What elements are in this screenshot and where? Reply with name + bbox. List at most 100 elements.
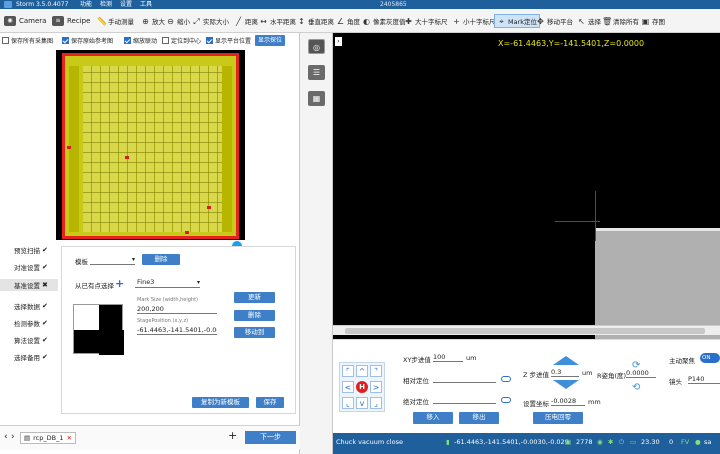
- delete-mark-button[interactable]: 删除: [234, 310, 275, 321]
- autofocus-toggle[interactable]: ON: [700, 353, 720, 363]
- jog-left-button[interactable]: <: [342, 381, 354, 393]
- rotate-ccw-icon[interactable]: ⟲: [632, 382, 640, 393]
- menu-tools[interactable]: 工具: [140, 0, 152, 9]
- left-panel: 保存所有采集图 保存原始参考图 缩放联动 定位到中心 显示平台位置 显示探位 预…: [0, 33, 300, 454]
- vertical-distance-button[interactable]: ↕ 垂直距离: [297, 14, 334, 28]
- expand-icon[interactable]: ›: [335, 37, 342, 46]
- prev-tab-icon[interactable]: ‹: [4, 432, 8, 442]
- next-step-button[interactable]: 下一步: [245, 431, 296, 444]
- move-out-button[interactable]: 移出: [459, 412, 499, 424]
- link-icon[interactable]: [501, 397, 511, 403]
- home-button[interactable]: H: [356, 381, 368, 393]
- distance-button[interactable]: ╱ 距离: [234, 14, 258, 28]
- step-label: 选择备用: [14, 354, 40, 362]
- menu-inspect[interactable]: 检测: [100, 0, 112, 9]
- wafer-map[interactable]: [56, 50, 245, 240]
- horizontal-distance-button[interactable]: ↔ 水平距离: [259, 14, 296, 28]
- set-coord-input[interactable]: -0.0028: [551, 396, 585, 406]
- update-button[interactable]: 更新: [234, 292, 275, 303]
- close-tab-icon[interactable]: ✕: [67, 433, 72, 444]
- stage-position-input[interactable]: -61.4463,-141.5401,-0.0035: [137, 325, 217, 335]
- jog-up-right-button[interactable]: ⌝: [370, 365, 382, 377]
- move-to-button[interactable]: 移动到: [234, 327, 275, 338]
- z-up-button[interactable]: [553, 356, 579, 365]
- step-reference[interactable]: 基准设置 ✖: [0, 279, 58, 291]
- actual-size-button[interactable]: ⤢ 实际大小: [192, 14, 229, 28]
- xy-step-input[interactable]: 100: [433, 352, 463, 362]
- recipe-tab[interactable]: ▤ rcp_DB_1 ✕: [20, 432, 76, 444]
- camera-view-icon[interactable]: ◎: [308, 39, 325, 54]
- step-alignment[interactable]: 对准设置 ✔: [14, 262, 48, 272]
- show-platform-pos-checkbox[interactable]: 显示平台位置: [206, 36, 251, 45]
- ruler-icon: 📏: [97, 16, 107, 26]
- save-image-icon: ▣: [641, 16, 650, 26]
- step-status: ✖: [42, 281, 48, 289]
- relative-pos-input[interactable]: [433, 373, 496, 383]
- scan-settings-icon[interactable]: ☰: [308, 65, 325, 80]
- big-crosshair-button[interactable]: ✚ 大十字标尺: [404, 14, 447, 28]
- add-tab-icon[interactable]: +: [228, 429, 237, 442]
- image-region: [595, 230, 720, 339]
- template-select[interactable]: [90, 254, 135, 265]
- lens-select[interactable]: P140: [688, 374, 720, 384]
- move-stage-button[interactable]: ✥ 移动平台: [536, 14, 573, 28]
- jog-up-left-button[interactable]: ⌜: [342, 365, 354, 377]
- camera-viewer[interactable]: › X=-61.4463,Y=-141.5401,Z=0.0000: [333, 33, 720, 339]
- manual-measure-button[interactable]: 📏 手动测量: [97, 14, 134, 28]
- zoom-out-button[interactable]: ⊖ 缩小: [166, 14, 190, 28]
- mark-select[interactable]: Fine3: [135, 277, 200, 288]
- select-button[interactable]: ↖ 选择: [577, 14, 601, 28]
- menu-function[interactable]: 功能: [80, 0, 92, 9]
- horizontal-scrollbar[interactable]: [333, 325, 720, 335]
- menu-settings[interactable]: 设置: [120, 0, 132, 9]
- camera-button[interactable]: ◉ Camera: [4, 12, 46, 30]
- jog-down-left-button[interactable]: ⌞: [342, 397, 354, 409]
- wifi-icon: ◉: [597, 438, 603, 446]
- step-status: ✔: [42, 246, 48, 254]
- step-select-backup[interactable]: 选择备用 ✔: [14, 352, 48, 362]
- tb-label: 选择: [588, 18, 601, 26]
- scrollbar-thumb[interactable]: [345, 328, 705, 334]
- absolute-pos-input[interactable]: [433, 394, 496, 404]
- zoom-in-button[interactable]: ⊕ 放大: [141, 14, 165, 28]
- jog-down-button[interactable]: v: [356, 397, 368, 409]
- angle-button[interactable]: ∠ 角度: [336, 14, 360, 28]
- mark-size-input[interactable]: 200,200: [137, 304, 217, 314]
- locate-center-checkbox[interactable]: 定位到中心: [162, 36, 201, 45]
- z-down-button[interactable]: [553, 380, 579, 389]
- next-tab-icon[interactable]: ›: [11, 432, 15, 442]
- save-all-images-checkbox[interactable]: 保存所有采集图: [2, 36, 53, 45]
- piezo-zero-button[interactable]: 压电回零: [533, 412, 583, 424]
- delete-template-button[interactable]: 删除: [142, 254, 180, 265]
- step-algorithm[interactable]: 算法设置 ✔: [14, 335, 48, 345]
- zoom-follow-checkbox[interactable]: 缩放联动: [124, 36, 157, 45]
- step-inspect-params[interactable]: 检测参数 ✔: [14, 318, 48, 328]
- status-count: 2778: [576, 438, 593, 446]
- checkbox-box: [206, 37, 213, 44]
- jog-down-right-button[interactable]: ⌟: [370, 397, 382, 409]
- add-mark-icon[interactable]: +: [115, 277, 124, 290]
- gray-value-button[interactable]: ◐ 像素灰度值: [362, 14, 406, 28]
- move-in-button[interactable]: 移入: [413, 412, 453, 424]
- step-select-data[interactable]: 选择数据 ✔: [14, 301, 48, 311]
- show-platform-button[interactable]: 显示探位: [255, 35, 285, 46]
- tb-label: 存图: [652, 18, 665, 26]
- image-gallery-icon[interactable]: ▦: [308, 91, 325, 106]
- save-button[interactable]: 保存: [256, 397, 284, 408]
- r-angle-input[interactable]: 0.0000: [626, 368, 656, 378]
- wafer-image: [62, 53, 239, 239]
- step-preview-scan[interactable]: 预览扫描 ✔: [14, 245, 48, 255]
- save-image-button[interactable]: ▣ 存图: [641, 14, 665, 28]
- recipe-button[interactable]: ≡ Recipe: [52, 12, 90, 30]
- recipe-file-icon: ▤: [24, 433, 31, 442]
- jog-right-button[interactable]: >: [370, 381, 382, 393]
- clear-all-button[interactable]: 🗑 清除所有: [602, 14, 639, 28]
- jog-up-button[interactable]: ^: [356, 365, 368, 377]
- link-icon[interactable]: [501, 376, 511, 382]
- save-raw-ref-checkbox[interactable]: 保存原始参考图: [62, 36, 113, 45]
- mark-locate-button[interactable]: ⌖ Mark定位: [494, 14, 541, 28]
- step-label: 算法设置: [14, 337, 40, 345]
- small-crosshair-button[interactable]: + 小十字标尺: [452, 14, 495, 28]
- z-step-input[interactable]: 0.3: [551, 367, 579, 377]
- copy-as-template-button[interactable]: 复制为新模板: [192, 397, 249, 408]
